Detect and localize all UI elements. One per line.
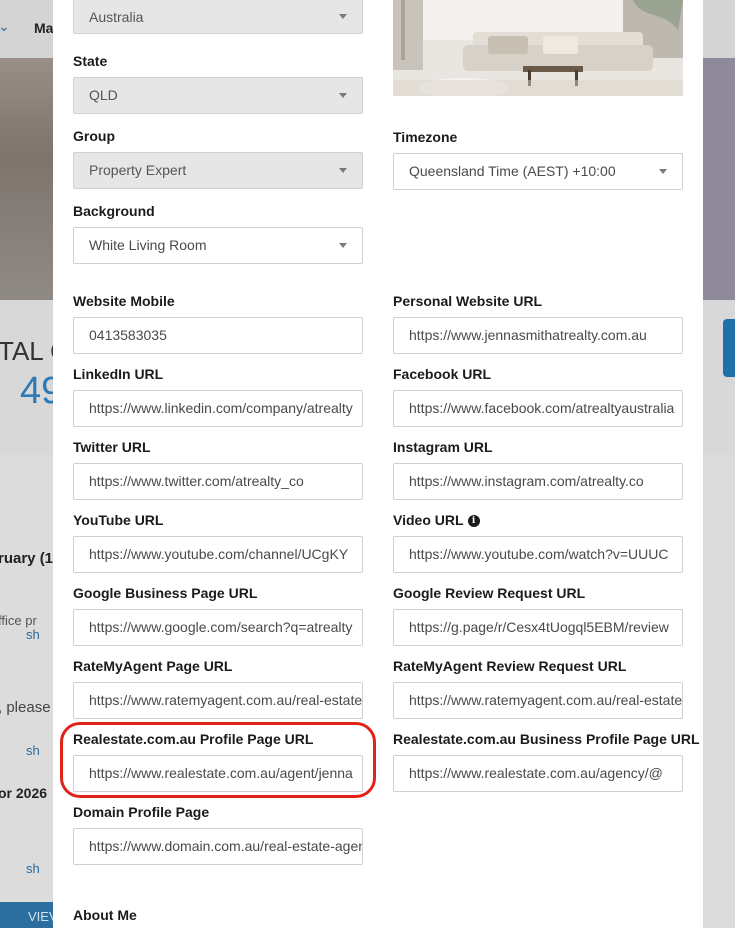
domain-profile-field: Domain Profile Page https://www.domain.c… bbox=[73, 803, 363, 865]
country-value: Australia bbox=[89, 9, 144, 25]
ratemyagent-page-field: RateMyAgent Page URL https://www.ratemya… bbox=[73, 657, 363, 719]
instagram-field: Instagram URL https://www.instagram.com/… bbox=[393, 438, 683, 500]
domain-profile-label: Domain Profile Page bbox=[73, 804, 210, 820]
chevron-down-icon bbox=[339, 243, 347, 248]
show-more-link: sh bbox=[26, 743, 40, 758]
state-value: QLD bbox=[89, 87, 118, 103]
website-mobile-input[interactable]: 0413583035 bbox=[73, 317, 363, 354]
about-me-label: About Me bbox=[73, 907, 137, 923]
website-mobile-field: Website Mobile 0413583035 bbox=[73, 292, 363, 354]
rea-business-label: Realestate.com.au Business Profile Page … bbox=[393, 731, 700, 747]
timezone-label: Timezone bbox=[393, 129, 458, 145]
state-field: State QLD bbox=[73, 52, 363, 114]
youtube-input[interactable]: https://www.youtube.com/channel/UCgKY bbox=[73, 536, 363, 573]
website-mobile-label: Website Mobile bbox=[73, 293, 175, 309]
group-value: Property Expert bbox=[89, 162, 187, 178]
instagram-label: Instagram URL bbox=[393, 439, 493, 455]
personal-website-field: Personal Website URL https://www.jennasm… bbox=[393, 292, 683, 354]
personal-website-label: Personal Website URL bbox=[393, 293, 543, 309]
facebook-field: Facebook URL https://www.facebook.com/at… bbox=[393, 365, 683, 427]
background-side-tab bbox=[723, 319, 735, 377]
edit-profile-modal: Australia State QLD Group Property Exper… bbox=[53, 0, 703, 928]
chevron-down-icon bbox=[659, 169, 667, 174]
ratemyagent-page-input[interactable]: https://www.ratemyagent.com.au/real-esta… bbox=[73, 682, 363, 719]
google-business-field: Google Business Page URL https://www.goo… bbox=[73, 584, 363, 646]
domain-profile-input[interactable]: https://www.domain.com.au/real-estate-ag… bbox=[73, 828, 363, 865]
country-select[interactable]: Australia bbox=[73, 0, 363, 34]
video-input[interactable]: https://www.youtube.com/watch?v=UUUC bbox=[393, 536, 683, 573]
state-label: State bbox=[73, 53, 108, 69]
background-value: White Living Room bbox=[89, 237, 207, 253]
linkedin-input[interactable]: https://www.linkedin.com/company/atrealt… bbox=[73, 390, 363, 427]
nav-item-partial: Ma bbox=[34, 20, 54, 36]
rea-business-field: Realestate.com.au Business Profile Page … bbox=[393, 730, 700, 792]
facebook-label: Facebook URL bbox=[393, 366, 492, 382]
background-view-button: VIEV bbox=[0, 902, 58, 928]
chevron-down-icon bbox=[339, 93, 347, 98]
linkedin-field: LinkedIn URL https://www.linkedin.com/co… bbox=[73, 365, 363, 427]
linkedin-label: LinkedIn URL bbox=[73, 366, 164, 382]
rea-profile-label: Realestate.com.au Profile Page URL bbox=[73, 731, 314, 747]
rea-business-input[interactable]: https://www.realestate.com.au/agency/@ bbox=[393, 755, 683, 792]
twitter-input[interactable]: https://www.twitter.com/atrealty_co bbox=[73, 463, 363, 500]
show-more-link: sh bbox=[26, 627, 40, 642]
background-select[interactable]: White Living Room bbox=[73, 227, 363, 264]
personal-website-input[interactable]: https://www.jennasmithatrealty.com.au bbox=[393, 317, 683, 354]
background-text-row: , please bbox=[0, 699, 51, 716]
video-field: Video URL i https://www.youtube.com/watch… bbox=[393, 511, 683, 573]
about-me-field: About Me bbox=[73, 906, 683, 928]
group-field: Group Property Expert bbox=[73, 127, 363, 189]
ratemyagent-page-label: RateMyAgent Page URL bbox=[73, 658, 233, 674]
twitter-label: Twitter URL bbox=[73, 439, 151, 455]
youtube-label: YouTube URL bbox=[73, 512, 164, 528]
group-label: Group bbox=[73, 128, 115, 144]
state-select[interactable]: QLD bbox=[73, 77, 363, 114]
background-text-row: or 2026 bbox=[0, 785, 48, 801]
info-icon[interactable]: i bbox=[467, 515, 480, 528]
timezone-field: Timezone Queensland Time (AEST) +10:00 bbox=[393, 128, 683, 190]
ratemyagent-review-label: RateMyAgent Review Request URL bbox=[393, 658, 627, 674]
instagram-input[interactable]: https://www.instagram.com/atrealty.co bbox=[393, 463, 683, 500]
youtube-field: YouTube URL https://www.youtube.com/chan… bbox=[73, 511, 363, 573]
ratemyagent-review-input[interactable]: https://www.ratemyagent.com.au/real-esta… bbox=[393, 682, 683, 719]
timezone-select[interactable]: Queensland Time (AEST) +10:00 bbox=[393, 153, 683, 190]
google-review-field: Google Review Request URL https://g.page… bbox=[393, 584, 683, 646]
google-review-label: Google Review Request URL bbox=[393, 585, 586, 601]
video-label: Video URL bbox=[393, 512, 464, 528]
chevron-down-icon bbox=[339, 168, 347, 173]
twitter-field: Twitter URL https://www.twitter.com/atre… bbox=[73, 438, 363, 500]
google-business-label: Google Business Page URL bbox=[73, 585, 258, 601]
video-label-row: Video URL i bbox=[393, 511, 683, 529]
background-preview-image bbox=[393, 0, 683, 96]
facebook-input[interactable]: https://www.facebook.com/atrealtyaustral… bbox=[393, 390, 683, 427]
country-field: Australia bbox=[73, 0, 363, 34]
nav-chevron-icon: ⌄ bbox=[0, 18, 10, 34]
background-text-row: ffice pr bbox=[0, 613, 37, 628]
background-field: Background White Living Room bbox=[73, 202, 363, 264]
rea-profile-field: Realestate.com.au Profile Page URL https… bbox=[73, 730, 363, 792]
background-label: Background bbox=[73, 203, 155, 219]
group-select[interactable]: Property Expert bbox=[73, 152, 363, 189]
background-hero-right bbox=[703, 58, 735, 300]
google-business-input[interactable]: https://www.google.com/search?q=atrealty bbox=[73, 609, 363, 646]
chevron-down-icon bbox=[339, 14, 347, 19]
ratemyagent-review-field: RateMyAgent Review Request URL https://w… bbox=[393, 657, 683, 719]
timezone-value: Queensland Time (AEST) +10:00 bbox=[409, 163, 616, 179]
show-more-link: sh bbox=[26, 861, 40, 876]
google-review-input[interactable]: https://g.page/r/Cesx4tUogql5EBM/review bbox=[393, 609, 683, 646]
rea-profile-input[interactable]: https://www.realestate.com.au/agent/jenn… bbox=[73, 755, 363, 792]
